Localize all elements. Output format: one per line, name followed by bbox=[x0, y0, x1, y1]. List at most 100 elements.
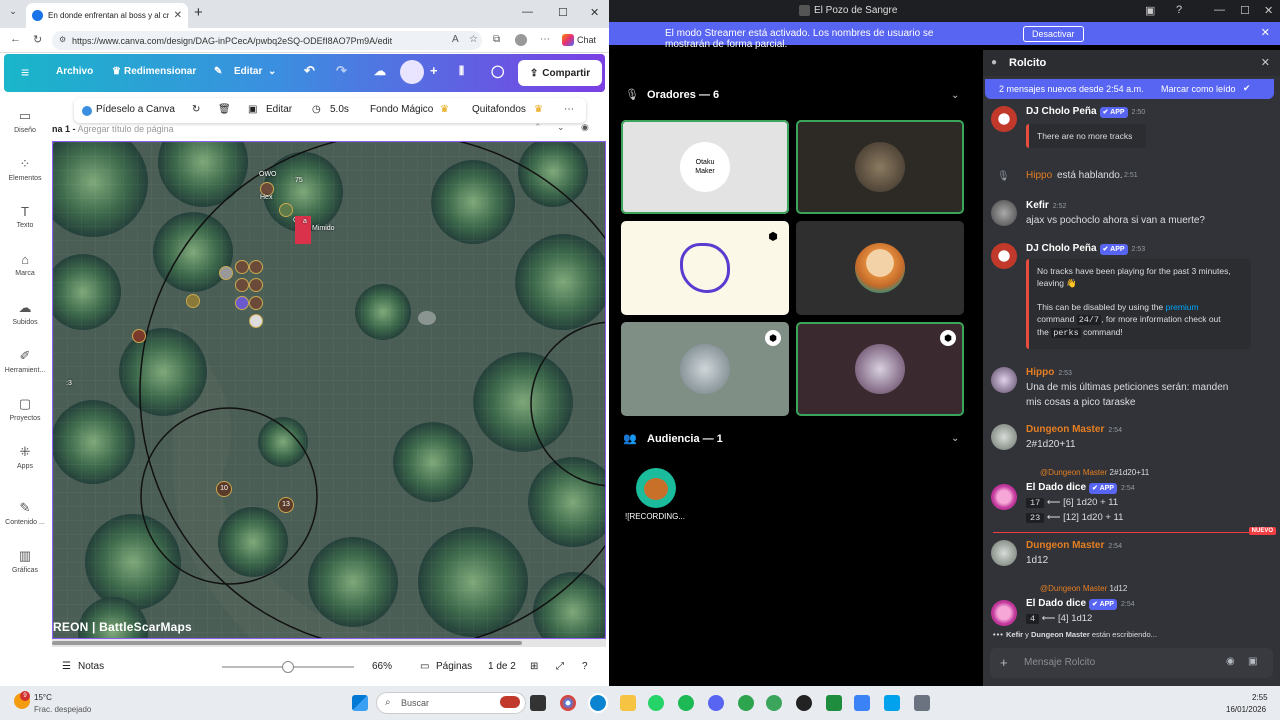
more-options-icon[interactable]: ⋯ bbox=[564, 104, 574, 115]
copilot-chat-button[interactable]: Chat bbox=[562, 34, 596, 46]
close-chat-icon[interactable]: ✕ bbox=[1261, 56, 1270, 69]
duration-button[interactable]: 5.0s bbox=[330, 104, 349, 115]
profile-avatar[interactable] bbox=[515, 34, 527, 46]
hide-page-icon[interactable]: ◉ bbox=[581, 122, 589, 133]
premium-link[interactable]: premium bbox=[1166, 302, 1199, 312]
whatsapp-icon[interactable] bbox=[648, 695, 664, 711]
discord-icon[interactable] bbox=[708, 695, 724, 711]
attach-plus-icon[interactable]: + bbox=[1000, 655, 1008, 670]
message-author[interactable]: El Dado dice ✔ APP 2:54 bbox=[1026, 598, 1135, 610]
replace-icon[interactable]: ↻ bbox=[192, 104, 200, 115]
speaker-tile[interactable] bbox=[796, 221, 964, 315]
map-token[interactable] bbox=[186, 294, 200, 308]
browser-tab[interactable]: En donde enfrentan al boss y al cr ✕ bbox=[26, 3, 188, 28]
trash-icon[interactable]: 🗑 bbox=[218, 104, 231, 115]
map-token[interactable] bbox=[132, 329, 146, 343]
map-token[interactable] bbox=[235, 260, 249, 274]
reply-reference[interactable]: @Dungeon Master 1d12 bbox=[1040, 584, 1127, 593]
map-token[interactable] bbox=[249, 314, 263, 328]
chrome-icon[interactable] bbox=[560, 695, 576, 711]
map-token-numbered[interactable]: 10 bbox=[216, 481, 232, 497]
user-avatar[interactable] bbox=[991, 367, 1017, 393]
map-token[interactable] bbox=[235, 278, 249, 292]
rail-proyectos[interactable]: ▢ Proyectos bbox=[0, 396, 50, 422]
site-info-icon[interactable]: ⚙ bbox=[59, 35, 66, 44]
chevron-down-icon[interactable]: ⌄ bbox=[951, 90, 959, 101]
speaker-tile[interactable] bbox=[796, 120, 964, 214]
horizontal-scrollbar[interactable] bbox=[52, 639, 606, 647]
inbox-icon[interactable]: ▣ bbox=[1145, 4, 1155, 17]
maximize-icon[interactable]: ☐ bbox=[1240, 4, 1250, 17]
reply-reference[interactable]: @Dungeon Master 2#1d20+11 bbox=[1040, 468, 1149, 477]
rail-herramientas[interactable]: ✐ Herramient... bbox=[0, 348, 50, 374]
app-icon[interactable] bbox=[766, 695, 782, 711]
mark-read-button[interactable]: Marcar como leído bbox=[1161, 84, 1236, 94]
add-collaborator-icon[interactable]: + bbox=[430, 63, 438, 78]
user-avatar[interactable] bbox=[991, 243, 1017, 269]
app-icon[interactable] bbox=[738, 695, 754, 711]
grid-view-icon[interactable]: ⊞ bbox=[530, 661, 538, 672]
speaker-tile[interactable]: ⬢ bbox=[621, 322, 789, 416]
menu-editar[interactable]: Editar bbox=[234, 66, 262, 77]
page-down-icon[interactable]: ⌄ bbox=[557, 122, 565, 133]
collaborator-avatar[interactable] bbox=[400, 60, 424, 84]
clock-time[interactable]: 2:55 bbox=[1252, 693, 1268, 702]
speaker-tile[interactable]: ⬢ bbox=[621, 221, 789, 315]
minimize-icon[interactable]: — bbox=[522, 6, 533, 18]
chevron-down-icon[interactable]: ⌄ bbox=[268, 66, 276, 77]
rail-contenido[interactable]: ✎ Contenido ... bbox=[0, 500, 50, 526]
close-banner-icon[interactable]: ✕ bbox=[1261, 26, 1270, 39]
app-icon[interactable] bbox=[854, 695, 870, 711]
app-icon[interactable] bbox=[914, 695, 930, 711]
message-author[interactable]: DJ Cholo Peña ✔ APP 2:53 bbox=[1026, 243, 1145, 255]
favorites-icon[interactable]: ⧉ bbox=[493, 34, 500, 45]
pages-button[interactable]: Páginas bbox=[436, 661, 472, 672]
close-window-icon[interactable]: ✕ bbox=[590, 6, 599, 19]
message-author[interactable]: Dungeon Master 2:54 bbox=[1026, 424, 1122, 435]
battle-map-canvas[interactable]: OWO Hex 75 G a Mimido :3 10 13 REON | Ba… bbox=[52, 141, 606, 639]
disable-streamer-button[interactable]: Desactivar bbox=[1023, 26, 1084, 42]
close-window-icon[interactable]: ✕ bbox=[1264, 4, 1273, 17]
gif-image-icon[interactable]: ▣ bbox=[1248, 656, 1257, 667]
map-token[interactable] bbox=[219, 266, 233, 280]
user-avatar[interactable] bbox=[991, 540, 1017, 566]
map-token-numbered[interactable]: 13 bbox=[278, 497, 294, 513]
read-aloud-icon[interactable]: A bbox=[452, 34, 459, 45]
tab-list-icon[interactable]: ⌄ bbox=[6, 6, 20, 20]
comments-icon[interactable]: ◯ bbox=[491, 64, 504, 78]
user-avatar[interactable] bbox=[991, 424, 1017, 450]
reload-icon[interactable]: ↻ bbox=[33, 33, 42, 46]
rail-graficas[interactable]: ▥ Gráficas bbox=[0, 548, 50, 574]
chevron-down-icon[interactable]: ⌄ bbox=[951, 433, 959, 444]
page-title-input[interactable]: Agregar título de página bbox=[78, 124, 174, 134]
rail-apps[interactable]: ⁜ Apps bbox=[0, 444, 50, 470]
help-icon[interactable]: ? bbox=[1176, 4, 1182, 16]
message-author[interactable]: Dungeon Master 2:54 bbox=[1026, 540, 1122, 551]
task-view-icon[interactable] bbox=[530, 695, 546, 711]
undo-icon[interactable]: ↶ bbox=[304, 63, 315, 79]
redo-icon[interactable]: ↷ bbox=[336, 63, 347, 79]
file-explorer-icon[interactable] bbox=[620, 695, 636, 711]
message-author[interactable]: DJ Cholo Peña ✔ APP 2:50 bbox=[1026, 106, 1145, 118]
audience-avatar[interactable] bbox=[636, 468, 676, 508]
map-token[interactable] bbox=[249, 278, 263, 292]
cloud-save-icon[interactable]: ☁ bbox=[374, 64, 386, 78]
start-windows-icon[interactable] bbox=[352, 695, 368, 711]
speaker-tile[interactable]: ⬢ bbox=[796, 322, 964, 416]
gift-icon[interactable]: ◉ bbox=[1226, 656, 1235, 667]
zoom-level[interactable]: 66% bbox=[372, 661, 392, 672]
insights-chart-icon[interactable]: ⫴ bbox=[459, 64, 464, 79]
fondo-magico-button[interactable]: Fondo Mágico bbox=[370, 104, 433, 115]
map-token[interactable] bbox=[249, 260, 263, 274]
minimize-icon[interactable]: — bbox=[1214, 4, 1225, 16]
map-token[interactable] bbox=[249, 296, 263, 310]
spotify-icon[interactable] bbox=[678, 695, 694, 711]
page-up-icon[interactable]: ⌃ bbox=[534, 122, 542, 133]
help-icon[interactable]: ? bbox=[582, 661, 588, 672]
zoom-slider-knob[interactable] bbox=[282, 661, 294, 673]
url-field[interactable]: ⚙ https://www.canva.com/design/DAG-inPCe… bbox=[52, 31, 482, 50]
notes-button[interactable]: Notas bbox=[78, 661, 104, 672]
new-messages-bar[interactable]: 2 mensajes nuevos desde 2:54 a.m. Marcar… bbox=[985, 79, 1274, 99]
back-icon[interactable]: ← bbox=[10, 33, 21, 45]
edit-button[interactable]: Editar bbox=[266, 104, 292, 115]
